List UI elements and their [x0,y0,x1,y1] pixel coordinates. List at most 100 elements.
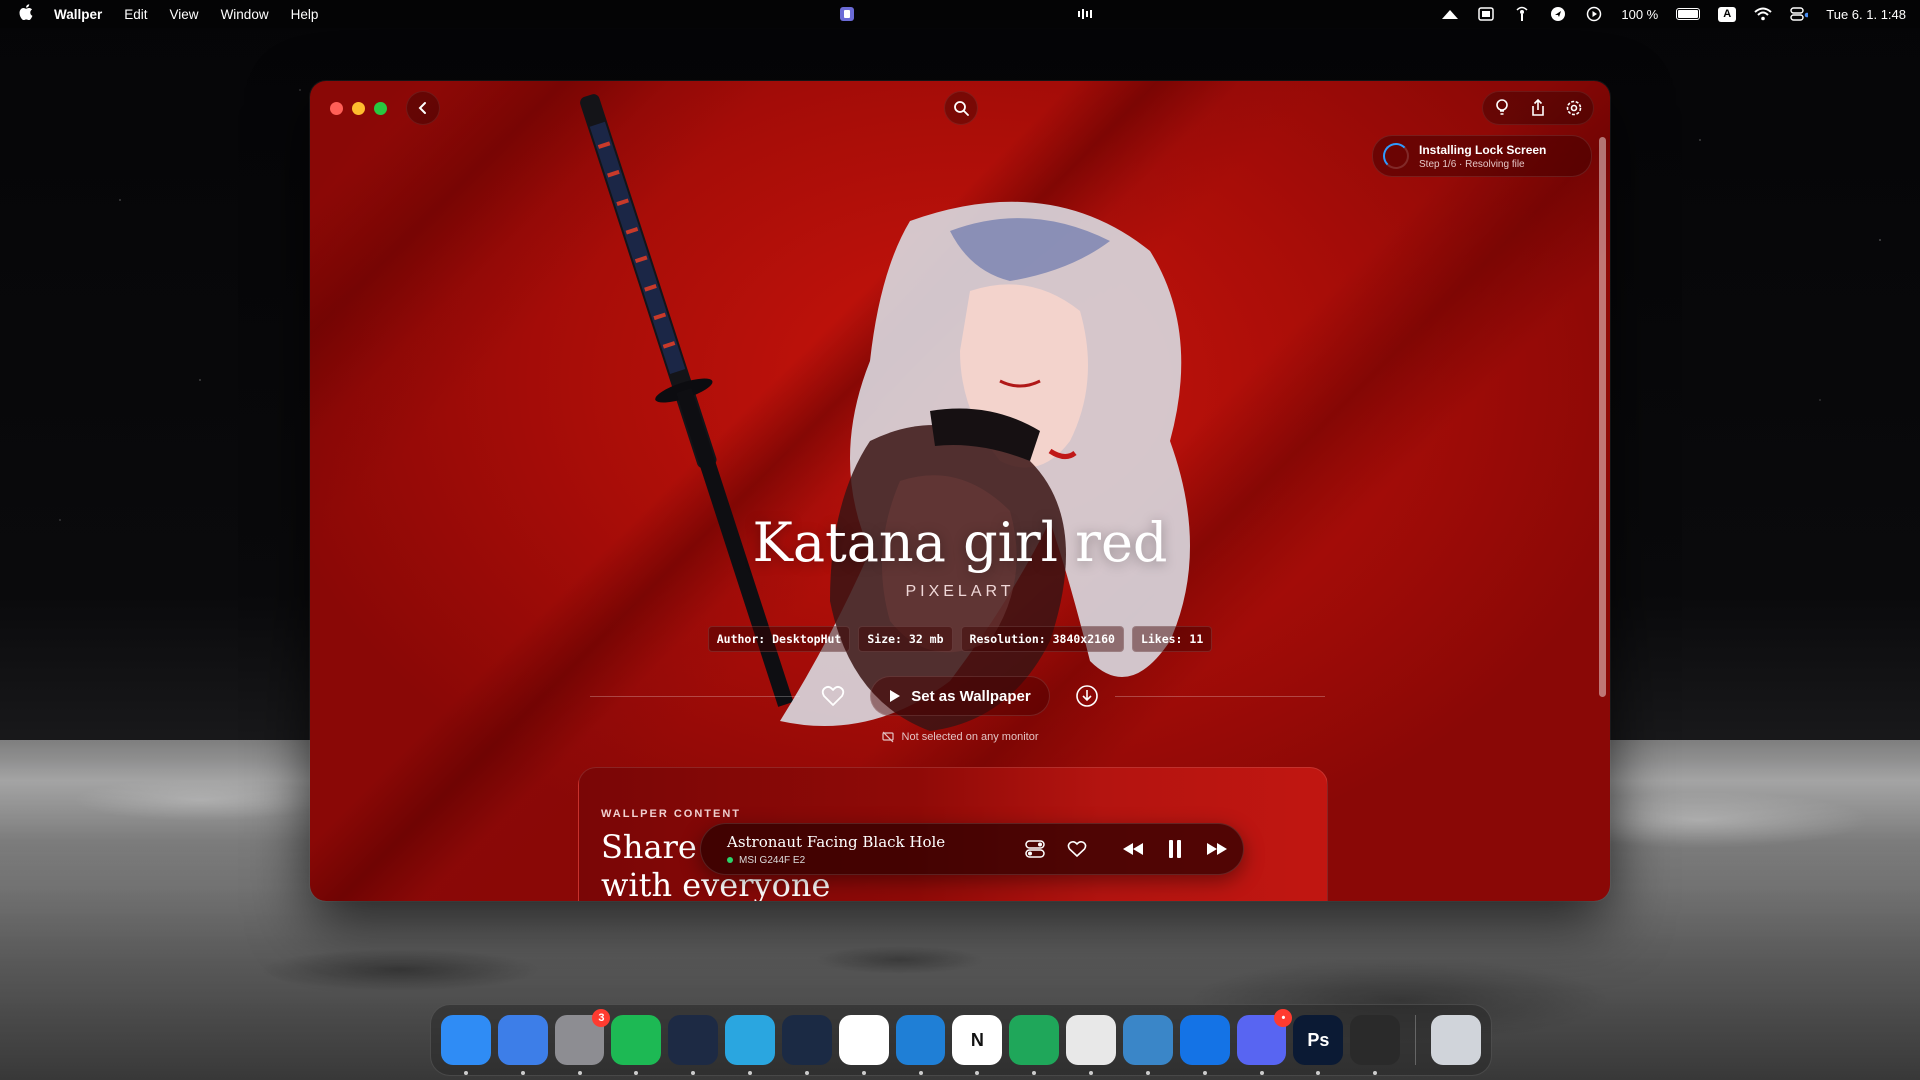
close-window-button[interactable] [330,102,343,115]
running-indicator [464,1071,468,1075]
like-button[interactable] [814,677,852,715]
dock-app-vs-code[interactable] [895,1015,946,1075]
resolution-chip: Resolution: 3840x2160 [960,626,1124,652]
dock-app-chrome[interactable] [838,1015,889,1075]
size-chip: Size: 32 mb [858,626,953,652]
fast-forward-icon [1207,843,1227,855]
running-indicator [1202,1071,1207,1075]
dock-app-notion[interactable]: N [952,1015,1003,1075]
tips-button[interactable] [1491,97,1513,119]
author-chip: Author: DesktopHut [707,626,851,652]
wallpaper-actions: Set as Wallpaper [310,675,1610,717]
previous-button[interactable] [1121,837,1145,861]
monitor-off-icon [881,731,894,743]
running-indicator [1145,1071,1150,1075]
dock-app-spotify[interactable] [611,1015,662,1075]
control-center-icon[interactable] [1790,6,1809,22]
lightbulb-icon [1496,99,1508,115]
running-indicator [1032,1071,1037,1075]
now-playing-monitor-name: MSI G244F E2 [739,854,806,866]
minimize-window-button[interactable] [352,102,365,115]
monitor-status-text: Not selected on any monitor [901,731,1039,743]
menu-view[interactable]: View [170,7,199,22]
back-button[interactable] [406,91,440,125]
running-indicator [1373,1071,1378,1075]
dock-app-database[interactable] [1122,1015,1173,1075]
menubar-clock[interactable]: Tue 6. 1. 1:48 [1826,7,1906,22]
menu-app-name[interactable]: Wallper [54,7,102,22]
keyboard-input-badge[interactable]: A [1718,6,1737,22]
running-indicator [1259,1071,1264,1075]
notification-badge: 3 [592,1009,611,1027]
dock-app-telegram[interactable] [725,1015,775,1075]
notification-badge: • [1274,1009,1293,1027]
menu-window[interactable]: Window [221,7,269,22]
divider-left [590,696,800,697]
dock-app-trash[interactable] [1431,1015,1481,1065]
cloud-status-icon[interactable] [1441,6,1459,22]
running-indicator [1316,1071,1321,1075]
menu-edit[interactable]: Edit [124,7,147,22]
wallper-window: Installing Lock Screen Step 1/6 · Resolv… [310,81,1610,901]
running-indicator [918,1071,923,1075]
pause-button[interactable] [1163,837,1187,861]
heart-icon [1067,840,1087,858]
content-card-kicker: WALLPER CONTENT [601,808,741,820]
toast-subtitle: Step 1/6 · Resolving file [1419,158,1525,170]
heart-icon [822,685,845,706]
wifi-icon[interactable] [1754,6,1772,22]
running-indicator [1089,1071,1094,1075]
running-indicator [748,1071,753,1075]
download-button[interactable] [1068,677,1106,715]
toggle-options-button[interactable] [1023,837,1047,861]
likes-chip: Likes: 11 [1131,626,1213,652]
search-button[interactable] [944,91,978,125]
wallpaper-meta: Author: DesktopHut Size: 32 mb Resolutio… [310,626,1610,652]
media-play-icon[interactable] [1585,6,1603,22]
toolbar-actions [1482,91,1594,125]
dock-app-system-settings[interactable]: 3 [554,1009,611,1075]
zoom-window-button[interactable] [374,102,387,115]
running-indicator [634,1071,639,1075]
toggles-icon [1025,840,1045,858]
player-like-button[interactable] [1065,837,1089,861]
dock-app-terminal-app[interactable] [668,1015,719,1075]
audio-meter-icon[interactable] [1076,6,1094,22]
search-icon [954,101,969,116]
scrollbar[interactable] [1599,137,1606,697]
gear-icon [1566,100,1582,116]
location-icon[interactable] [1549,6,1567,22]
menubar-app-icon[interactable] [838,6,856,22]
dock-app-xcode[interactable] [1179,1015,1230,1075]
rewind-icon [1123,843,1143,855]
download-icon [1075,685,1098,707]
battery-icon[interactable] [1676,8,1701,20]
now-playing-monitor: MSI G244F E2 [727,855,945,866]
dock-app-finder[interactable] [441,1015,491,1075]
dock-app-mail-client[interactable] [497,1015,548,1075]
dock-app-numbers[interactable] [1009,1015,1060,1075]
dock-app-mountain-app[interactable] [1350,1015,1401,1075]
dock-separator [1415,1015,1417,1065]
set-as-wallpaper-button[interactable]: Set as Wallpaper [870,676,1050,716]
dock-app-discord[interactable]: • [1236,1009,1293,1075]
share-button[interactable] [1527,97,1549,119]
install-progress-toast: Installing Lock Screen Step 1/6 · Resolv… [1372,135,1592,177]
menu-bar: Wallper Edit View Window Help 100 % A Tu… [0,0,1920,28]
menu-help[interactable]: Help [291,7,319,22]
display-icon[interactable] [1477,6,1495,22]
now-playing-bar[interactable]: Astronaut Facing Black Hole MSI G244F E2 [700,823,1244,875]
chevron-left-icon [418,102,426,114]
set-as-wallpaper-label: Set as Wallpaper [911,687,1031,705]
dock-app-photoshop[interactable]: Ps [1293,1015,1344,1075]
toast-title: Installing Lock Screen [1419,142,1547,157]
now-playing-title: Astronaut Facing Black Hole [727,832,946,851]
dock-app-network-tool[interactable] [781,1015,832,1075]
monitor-status: Not selected on any monitor [310,731,1610,743]
next-button[interactable] [1205,837,1229,861]
apple-menu-icon[interactable] [14,4,38,24]
running-indicator [691,1071,696,1075]
dock-app-sequel[interactable] [1066,1015,1116,1075]
settings-button[interactable] [1563,97,1585,119]
airdrop-icon[interactable] [1513,6,1531,22]
